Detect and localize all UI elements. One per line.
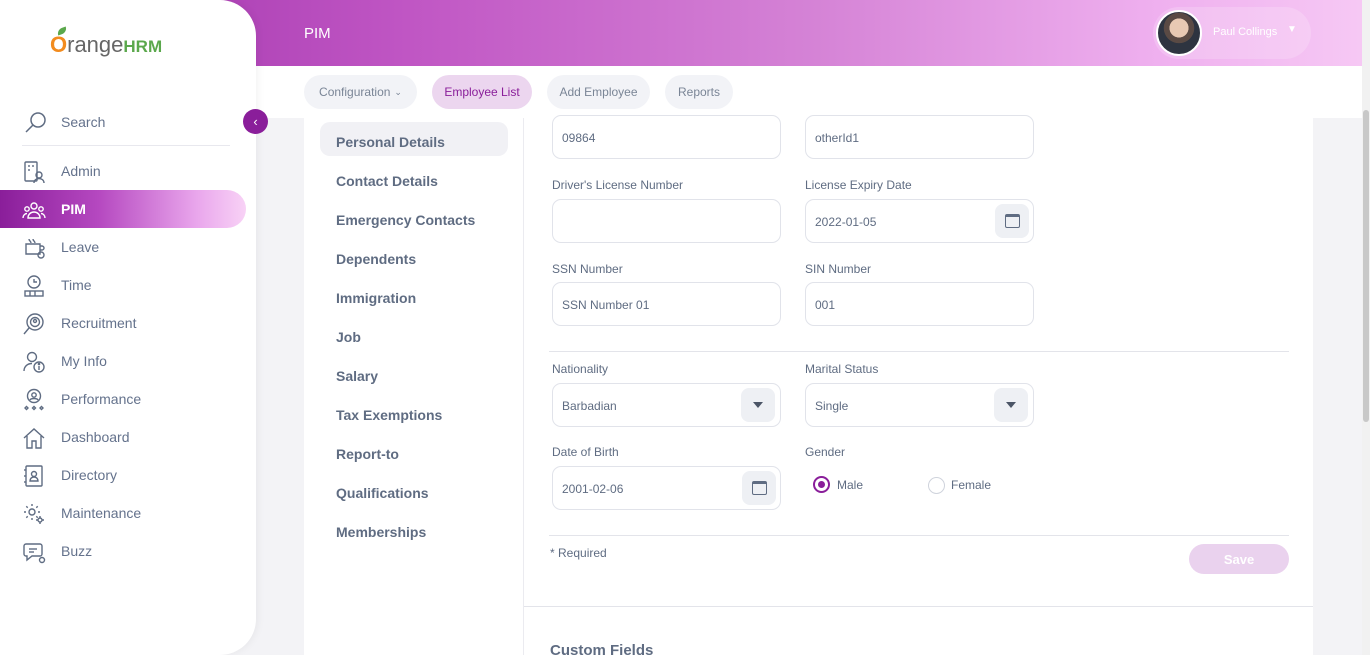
subnav-tax-exemptions[interactable]: Tax Exemptions	[320, 395, 508, 429]
sidebar-item-dashboard[interactable]: Dashboard	[0, 418, 246, 456]
tab-label: Add Employee	[559, 85, 638, 99]
sidebar-item-label: Time	[61, 277, 92, 293]
save-button[interactable]: Save	[1189, 544, 1289, 574]
employee-id-field[interactable]: 09864	[552, 115, 781, 159]
tab-label: Employee List	[444, 85, 520, 99]
caret-down-icon[interactable]: ▼	[1287, 24, 1297, 35]
calendar-icon[interactable]	[742, 471, 776, 505]
tab-add-employee[interactable]: Add Employee	[547, 75, 650, 109]
sidebar-item-label: PIM	[61, 201, 86, 217]
sidebar-item-label: Buzz	[61, 543, 93, 559]
nationality-label: Nationality	[552, 362, 609, 376]
drivers-license-field[interactable]	[552, 199, 781, 243]
section-divider	[549, 351, 1289, 352]
subnav-emergency-contacts[interactable]: Emergency Contacts	[320, 200, 508, 234]
tab-employee-list[interactable]: Employee List	[432, 75, 532, 109]
sidebar-item-label: Admin	[61, 163, 101, 179]
my-info-icon	[22, 350, 46, 374]
scrollbar-thumb[interactable]	[1363, 110, 1369, 422]
dashboard-icon	[22, 426, 46, 450]
search-icon	[24, 110, 48, 134]
sidebar-item-pim[interactable]: PIM	[0, 190, 246, 228]
subnav-personal-details[interactable]: Personal Details	[320, 122, 508, 156]
pim-icon	[22, 198, 46, 222]
sidebar-item-time[interactable]: Time	[0, 266, 246, 304]
ssn-field[interactable]: SSN Number 01	[552, 282, 781, 326]
page-title: PIM	[304, 25, 331, 42]
custom-fields-divider	[524, 606, 1313, 607]
sidebar-item-performance[interactable]: Performance	[0, 380, 246, 418]
dropdown-caret-icon[interactable]	[741, 388, 775, 422]
dob-label: Date of Birth	[552, 445, 619, 459]
dropdown-caret-icon[interactable]	[994, 388, 1028, 422]
sidebar: OrangeHRM Search Admin PIM Leave Time Re…	[0, 0, 256, 655]
tab-configuration[interactable]: Configuration ⌄	[304, 75, 417, 109]
subnav-immigration[interactable]: Immigration	[320, 278, 508, 312]
subnav-salary[interactable]: Salary	[320, 356, 508, 390]
tab-label: Configuration	[319, 85, 391, 99]
sidebar-search[interactable]: Search	[22, 108, 230, 146]
chevron-left-icon: ‹	[253, 114, 258, 129]
sidebar-item-label: Performance	[61, 391, 142, 407]
custom-fields-title: Custom Fields	[550, 642, 654, 655]
user-name[interactable]: Paul Collings	[1213, 26, 1277, 38]
gender-female-radio[interactable]	[928, 477, 945, 494]
form-footer-divider	[549, 535, 1289, 536]
sidebar-item-admin[interactable]: Admin	[0, 152, 246, 190]
license-expiry-label: License Expiry Date	[805, 178, 912, 192]
sidebar-item-label: Dashboard	[61, 429, 130, 445]
sidebar-item-maintenance[interactable]: Maintenance	[0, 494, 246, 532]
other-id-field[interactable]: otherId1	[805, 115, 1034, 159]
sin-label: SIN Number	[805, 262, 872, 276]
subnav-job[interactable]: Job	[320, 317, 508, 351]
chevron-down-icon: ⌄	[394, 86, 402, 97]
tab-reports[interactable]: Reports	[665, 75, 733, 109]
subnav-qualifications[interactable]: Qualifications	[320, 473, 508, 507]
recruitment-icon	[22, 312, 46, 336]
module-tabs-bar	[256, 66, 1362, 118]
gender-female-label[interactable]: Female	[951, 478, 991, 492]
calendar-icon[interactable]	[995, 204, 1029, 238]
avatar[interactable]	[1156, 10, 1202, 56]
subnav-report-to[interactable]: Report-to	[320, 434, 508, 468]
sidebar-item-leave[interactable]: Leave	[0, 228, 246, 266]
admin-icon	[22, 160, 46, 184]
directory-icon	[22, 464, 46, 488]
maintenance-icon	[22, 502, 46, 526]
ssn-label: SSN Number	[552, 262, 623, 276]
subnav-dependents[interactable]: Dependents	[320, 239, 508, 273]
tab-label: Reports	[677, 85, 721, 99]
sidebar-item-directory[interactable]: Directory	[0, 456, 246, 494]
required-note: * Required	[550, 546, 607, 560]
performance-icon	[22, 388, 46, 412]
search-label: Search	[61, 114, 106, 130]
sidebar-item-label: Recruitment	[61, 315, 137, 331]
sidebar-item-label: Leave	[61, 239, 100, 255]
subnav-memberships[interactable]: Memberships	[320, 512, 508, 546]
gender-male-radio[interactable]	[813, 476, 830, 493]
sidebar-item-label: My Info	[61, 353, 107, 369]
sin-field[interactable]: 001	[805, 282, 1034, 326]
collapse-sidebar-button[interactable]: ‹	[243, 109, 268, 134]
sidebar-item-buzz[interactable]: Buzz	[0, 532, 246, 570]
marital-status-label: Marital Status	[805, 362, 879, 376]
time-icon	[22, 274, 46, 298]
drivers-license-label: Driver's License Number	[552, 178, 683, 192]
gender-label: Gender	[805, 445, 846, 459]
buzz-icon	[22, 540, 46, 564]
sidebar-item-label: Directory	[61, 467, 118, 483]
subnav-contact-details[interactable]: Contact Details	[320, 161, 508, 195]
leave-icon	[22, 236, 46, 260]
sidebar-item-my-info[interactable]: My Info	[0, 342, 246, 380]
sidebar-item-label: Maintenance	[61, 505, 142, 521]
gender-male-label[interactable]: Male	[837, 478, 863, 492]
orangehrm-logo: OrangeHRM	[50, 26, 162, 58]
sidebar-item-recruitment[interactable]: Recruitment	[0, 304, 246, 342]
